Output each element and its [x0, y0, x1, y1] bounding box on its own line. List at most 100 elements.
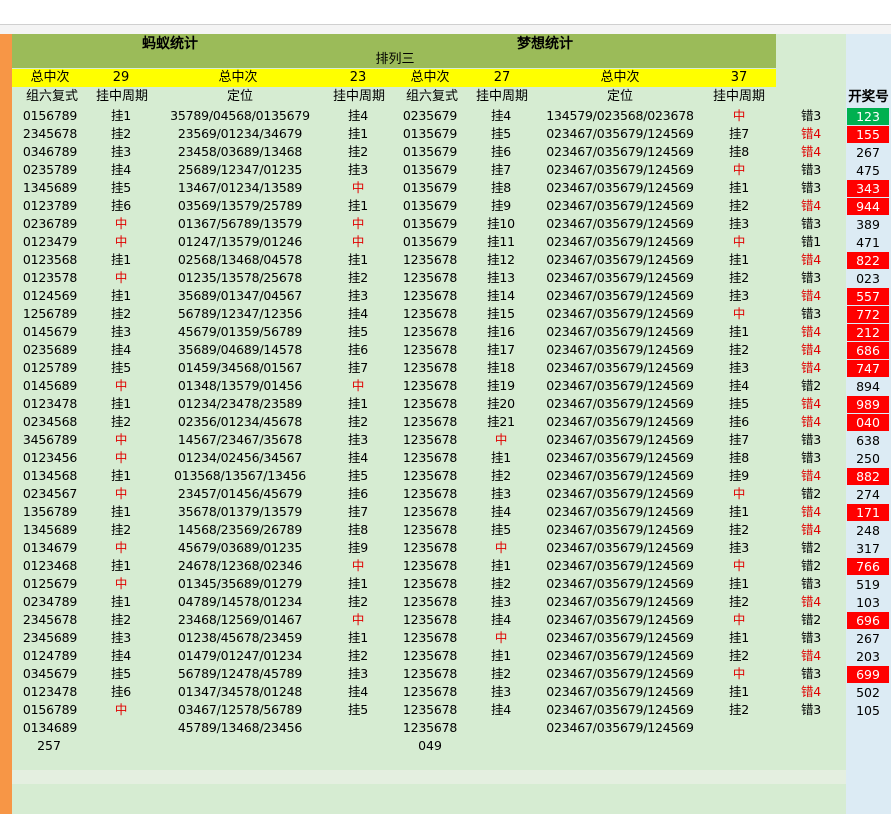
cell-cycle-c: 挂12 [487, 252, 515, 267]
cell-cycle-b: 挂3 [347, 432, 369, 447]
cell-error-count: 错4 [800, 648, 822, 663]
cell-combo-b: 1235678 [402, 720, 458, 735]
draw-number-cell: 023 [856, 270, 880, 286]
cell-position-a: 01234/23478/23589 [177, 396, 303, 411]
cell-position-b: 023467/035679/124569 [546, 522, 694, 537]
cell-combo-b: 0235679 [402, 108, 458, 123]
cell-cycle-c: 挂5 [490, 522, 512, 537]
cell-combo-a: 0134568 [22, 468, 78, 483]
cell-combo-a: 0156789 [22, 108, 78, 123]
cell-cycle-b: 挂1 [347, 630, 369, 645]
cell-combo-a: 0134679 [22, 540, 78, 555]
window-top-bar-shadow [0, 25, 891, 34]
cell-cycle-d: 挂1 [728, 684, 750, 699]
cell-cycle-b: 挂4 [347, 450, 369, 465]
cell-cycle-a: 中 [114, 486, 128, 501]
cell-position-a: 01479/01247/01234 [177, 648, 303, 663]
draw-number-cell: 212 [847, 323, 889, 341]
cell-cycle-d: 挂1 [728, 576, 750, 591]
cell-position-a: 04789/14578/01234 [177, 594, 303, 609]
cell-combo-b: 1235678 [402, 684, 458, 699]
cell-position-a: 01238/45678/23459 [177, 630, 303, 645]
draw-number-cell: 502 [856, 684, 880, 700]
cell-combo-a: 0346789 [22, 144, 78, 159]
cell-cycle-d: 中 [732, 666, 746, 681]
cell-combo-a: 0236789 [22, 216, 78, 231]
cell-error-count: 错4 [800, 396, 822, 411]
cell-cycle-b: 中 [351, 234, 365, 249]
cell-combo-b: 1235678 [402, 414, 458, 429]
cell-cycle-d: 挂1 [728, 630, 750, 645]
cell-cycle-c: 中 [494, 630, 508, 645]
cell-position-a: 01347/34578/01248 [177, 684, 303, 699]
cell-cycle-a: 挂1 [110, 252, 132, 267]
cell-combo-b: 1235678 [402, 666, 458, 681]
cell-position-b: 023467/035679/124569 [546, 540, 694, 555]
cell-error-count: 错2 [800, 612, 822, 627]
cell-cycle-a: 中 [114, 378, 128, 393]
cell-position-a: 56789/12347/12356 [177, 306, 303, 321]
cell-combo-b: 1235678 [402, 432, 458, 447]
cell-position-a: 56789/12478/45789 [177, 666, 303, 681]
cell-position-a: 35689/04689/14578 [177, 342, 303, 357]
cell-position-b: 023467/035679/124569 [546, 198, 694, 213]
cell-combo-b: 1235678 [402, 360, 458, 375]
cell-combo-b: 1235678 [402, 594, 458, 609]
cell-cycle-a: 中 [114, 702, 128, 717]
cell-position-b: 023467/035679/124569 [546, 594, 694, 609]
cell-error-count: 错4 [800, 198, 822, 213]
cell-combo-b: 1235678 [402, 270, 458, 285]
cell-position-b: 023467/035679/124569 [546, 306, 694, 321]
draw-number-cell: 471 [856, 234, 880, 250]
cell-position-a: 45679/03689/01235 [177, 540, 303, 555]
cell-combo-a: 0123468 [22, 558, 78, 573]
draw-number-cell: 203 [856, 648, 880, 664]
cell-cycle-a: 挂3 [110, 144, 132, 159]
cell-cycle-a: 挂5 [110, 180, 132, 195]
cell-position-a: 25689/12347/01235 [177, 162, 303, 177]
cell-cycle-c: 挂15 [487, 306, 515, 321]
cell-error-count: 错3 [800, 630, 822, 645]
cell-position-b: 023467/035679/124569 [546, 324, 694, 339]
cell-combo-a: 0145689 [22, 378, 78, 393]
cell-error-count: 错4 [800, 414, 822, 429]
draw-number-cell: 389 [856, 216, 880, 232]
header-position-1: 定位 [226, 89, 253, 104]
cell-cycle-d: 挂2 [728, 342, 750, 357]
cell-cycle-a [88, 719, 154, 737]
cell-position-b: 023467/035679/124569 [546, 576, 694, 591]
footer-left-number: 257 [37, 738, 61, 753]
cell-cycle-c: 中 [494, 540, 508, 555]
cell-combo-b: 0135679 [402, 234, 458, 249]
cell-cycle-c: 挂4 [490, 702, 512, 717]
cell-combo-a: 1256789 [22, 306, 78, 321]
cell-combo-b: 0135679 [402, 162, 458, 177]
cell-position-a: 03569/13579/25789 [177, 198, 303, 213]
cell-cycle-c: 挂4 [490, 504, 512, 519]
cell-cycle-c: 挂5 [490, 126, 512, 141]
summary-value-4: 37 [730, 70, 748, 85]
cell-error-count: 错3 [800, 108, 822, 123]
cell-position-b: 023467/035679/124569 [546, 558, 694, 573]
cell-cycle-a: 挂4 [110, 648, 132, 663]
cell-combo-b: 1235678 [402, 612, 458, 627]
cell-combo-b: 1235678 [402, 378, 458, 393]
cell-cycle-c: 挂4 [490, 612, 512, 627]
cell-cycle-a: 挂1 [110, 396, 132, 411]
cell-cycle-b: 挂4 [347, 684, 369, 699]
cell-error-count: 错3 [800, 666, 822, 681]
cell-position-b: 023467/035679/124569 [546, 666, 694, 681]
cell-cycle-a: 挂2 [110, 306, 132, 321]
draw-number-cell: 274 [856, 486, 880, 502]
draw-number-cell: 747 [847, 359, 889, 377]
cell-combo-a: 0235789 [22, 162, 78, 177]
cell-cycle-d: 中 [732, 162, 746, 177]
cell-cycle-b: 挂6 [347, 486, 369, 501]
cell-position-a: 01348/13579/01456 [177, 378, 303, 393]
cell-position-b: 023467/035679/124569 [546, 450, 694, 465]
cell-cycle-c: 挂3 [490, 594, 512, 609]
cell-position-a: 45789/13468/23456 [177, 720, 303, 735]
cell-error-count: 错3 [800, 180, 822, 195]
cell-error-count: 错3 [800, 306, 822, 321]
cell-cycle-c: 挂21 [487, 414, 515, 429]
